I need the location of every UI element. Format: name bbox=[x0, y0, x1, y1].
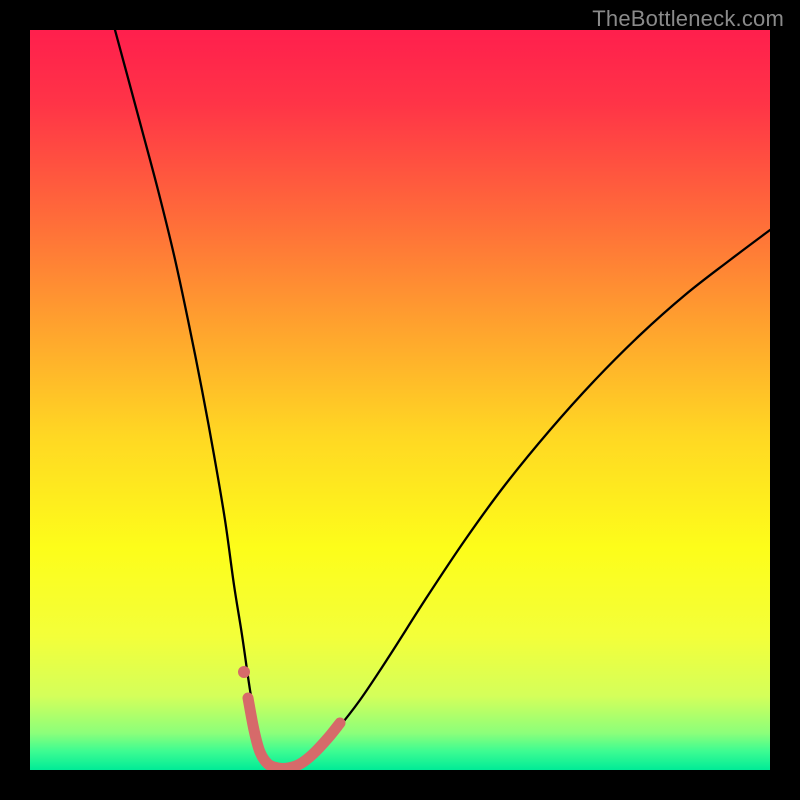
watermark-text: TheBottleneck.com bbox=[592, 6, 784, 32]
plot-area bbox=[30, 30, 770, 770]
highlight-dot bbox=[238, 666, 250, 678]
bottleneck-curve bbox=[115, 30, 770, 770]
nadir-highlight bbox=[248, 698, 340, 769]
chart-frame: TheBottleneck.com bbox=[0, 0, 800, 800]
chart-curves bbox=[30, 30, 770, 770]
